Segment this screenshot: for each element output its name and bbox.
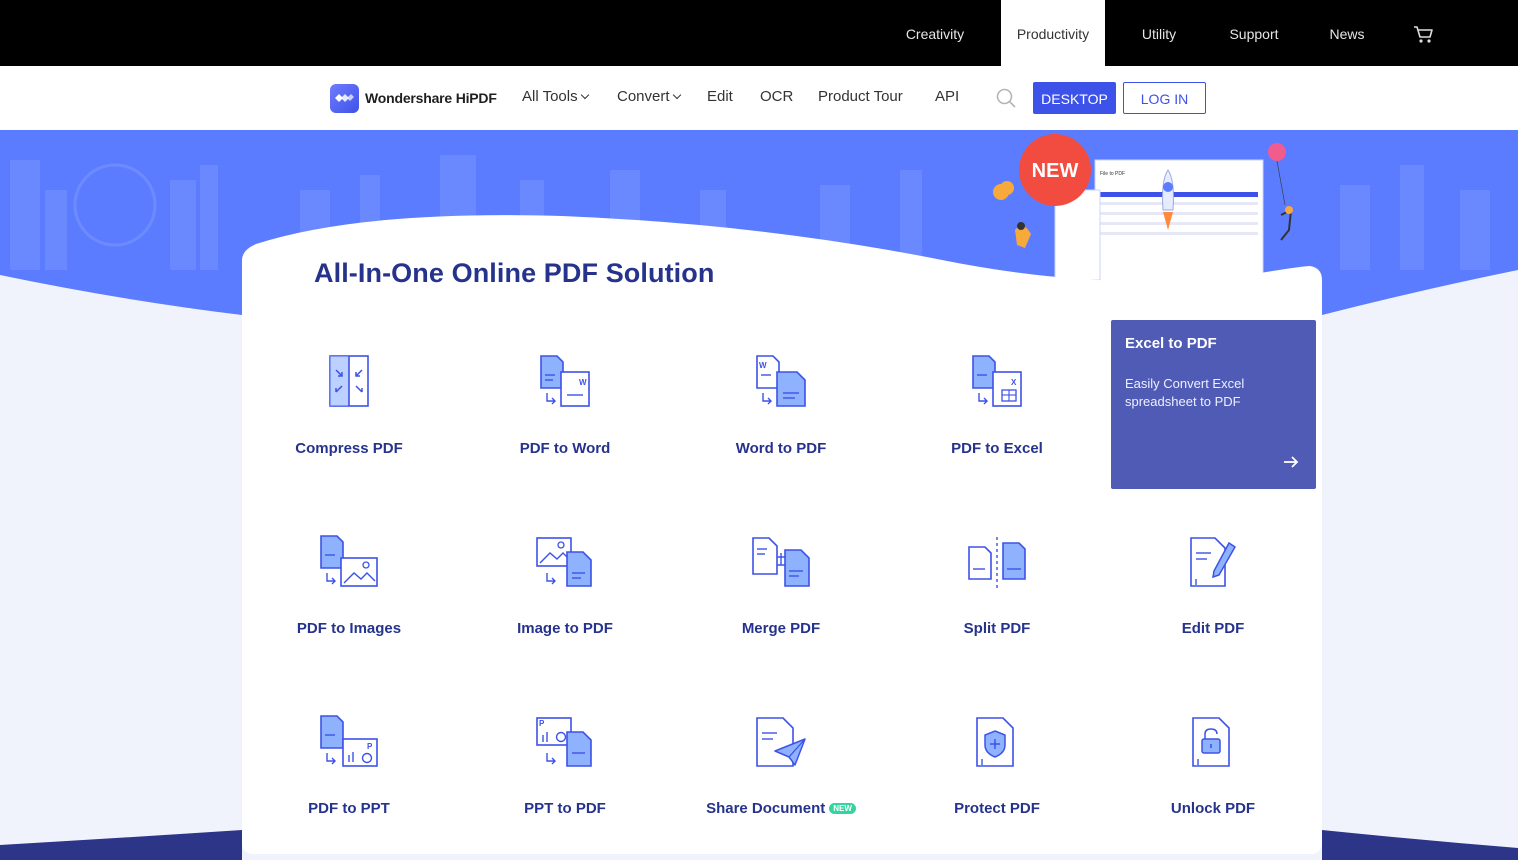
- tool-unlock-pdf[interactable]: Unlock PDF: [1113, 715, 1313, 835]
- image-to-pdf-icon: [536, 537, 592, 587]
- top-bar: Creativity Productivity Utility Support …: [0, 0, 1518, 66]
- brand-logo[interactable]: Wondershare HiPDF: [330, 83, 497, 113]
- topnav-utility[interactable]: Utility: [1127, 0, 1191, 66]
- main-nav: Wondershare HiPDF All Tools Convert Edit…: [0, 66, 1518, 130]
- merge-pdf-icon: [752, 537, 810, 587]
- split-pdf-icon: [968, 537, 1026, 589]
- word-to-pdf-icon: W: [756, 355, 806, 407]
- tool-pdf-to-excel[interactable]: X PDF to Excel: [897, 355, 1097, 475]
- arrow-right-icon[interactable]: [1283, 455, 1299, 469]
- svg-text:P: P: [539, 719, 545, 728]
- nav-api[interactable]: API: [935, 88, 959, 105]
- hipdf-logo-icon: [330, 83, 359, 113]
- chevron-down-icon: [580, 90, 589, 100]
- tool-share-document[interactable]: Share Document NEW: [681, 715, 881, 835]
- tool-pdf-to-word[interactable]: W PDF to Word: [465, 355, 665, 475]
- pdf-to-images-icon: [320, 535, 378, 587]
- protect-pdf-icon: [976, 717, 1014, 767]
- topnav-productivity[interactable]: Productivity: [1001, 0, 1105, 66]
- new-badge: NEW: [829, 802, 856, 814]
- edit-pdf-icon: [1190, 537, 1236, 587]
- pdf-to-word-icon: W: [540, 355, 590, 407]
- pdf-to-ppt-icon: P: [320, 715, 378, 767]
- tool-word-to-pdf[interactable]: W Word to PDF: [681, 355, 881, 475]
- promo-description: Easily Convert Excel spreadsheet to PDF: [1125, 376, 1245, 409]
- tool-label: PDF to Excel: [951, 440, 1043, 457]
- topnav-creativity[interactable]: Creativity: [890, 0, 980, 66]
- desktop-button[interactable]: DESKTOP: [1033, 82, 1116, 114]
- tool-protect-pdf[interactable]: Protect PDF: [897, 715, 1097, 835]
- tool-label: Share Document: [706, 800, 826, 817]
- tool-label: PDF to Word: [519, 440, 611, 457]
- tool-compress-pdf[interactable]: Compress PDF: [249, 355, 449, 475]
- topnav-news[interactable]: News: [1320, 0, 1374, 66]
- nav-ocr[interactable]: OCR: [760, 88, 793, 105]
- unlock-pdf-icon: [1192, 717, 1230, 767]
- nav-all-tools-label: All Tools: [522, 88, 578, 105]
- nav-edit[interactable]: Edit: [707, 88, 733, 105]
- brand-name: Wondershare HiPDF: [365, 90, 497, 106]
- svg-text:W: W: [579, 378, 587, 387]
- shopping-cart-icon[interactable]: [1412, 24, 1434, 44]
- page-title: All-In-One Online PDF Solution: [314, 258, 715, 288]
- tool-ppt-to-pdf[interactable]: P PPT to PDF: [465, 715, 665, 835]
- excel-to-pdf-promo-card[interactable]: Excel to PDF Easily Convert Excel spread…: [1111, 320, 1316, 489]
- tool-label: Protect PDF: [954, 800, 1040, 817]
- tool-image-to-pdf[interactable]: Image to PDF: [465, 535, 665, 655]
- hero-new-badge: NEW: [1032, 160, 1079, 182]
- tool-label: Word to PDF: [735, 440, 827, 457]
- tool-edit-pdf[interactable]: Edit PDF: [1113, 535, 1313, 655]
- tool-label: Compress PDF: [295, 440, 403, 457]
- hero-window-title: File to PDF: [1100, 171, 1125, 177]
- search-icon[interactable]: [996, 88, 1016, 108]
- tool-label: Unlock PDF: [1170, 800, 1256, 817]
- tool-pdf-to-ppt[interactable]: P PDF to PPT: [249, 715, 449, 835]
- tool-label: PDF to PPT: [308, 800, 390, 817]
- svg-text:P: P: [367, 742, 373, 751]
- tool-merge-pdf[interactable]: Merge PDF: [681, 535, 881, 655]
- tool-label: Image to PDF: [517, 620, 613, 637]
- topnav-support[interactable]: Support: [1218, 0, 1290, 66]
- tool-label: Edit PDF: [1181, 620, 1245, 637]
- nav-convert[interactable]: Convert: [617, 88, 681, 105]
- tool-label-with-badge: Share Document NEW: [681, 800, 881, 817]
- share-document-icon: [756, 717, 806, 767]
- tool-label: PDF to Images: [296, 620, 402, 637]
- tool-label: PPT to PDF: [524, 800, 606, 817]
- tool-label: Split PDF: [963, 620, 1031, 637]
- promo-title: Excel to PDF: [1125, 335, 1217, 352]
- login-button[interactable]: LOG IN: [1123, 82, 1206, 114]
- tool-label: Merge PDF: [741, 620, 821, 637]
- compress-pdf-icon: [329, 355, 369, 407]
- svg-text:W: W: [759, 361, 767, 370]
- nav-product-tour[interactable]: Product Tour: [818, 88, 903, 105]
- pdf-to-excel-icon: X: [972, 355, 1022, 407]
- nav-convert-label: Convert: [617, 88, 670, 105]
- chevron-down-icon: [672, 90, 681, 100]
- tool-split-pdf[interactable]: Split PDF: [897, 535, 1097, 655]
- ppt-to-pdf-icon: P: [536, 717, 592, 767]
- tool-pdf-to-images[interactable]: PDF to Images: [249, 535, 449, 655]
- nav-all-tools[interactable]: All Tools: [522, 88, 589, 105]
- svg-text:X: X: [1011, 378, 1017, 387]
